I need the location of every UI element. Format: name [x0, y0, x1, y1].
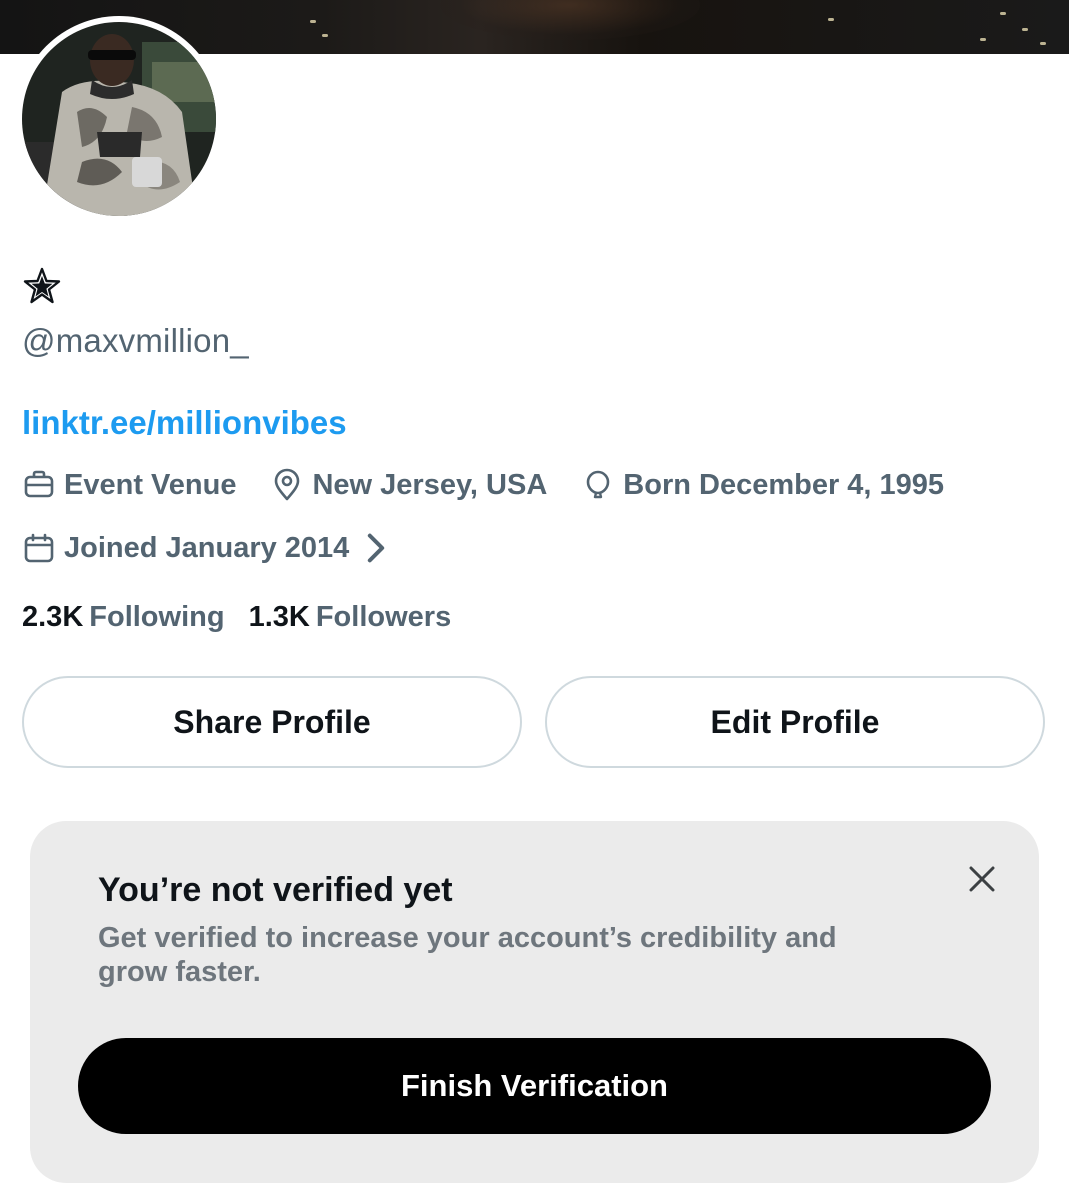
star-icon — [23, 267, 61, 304]
chevron-right-icon — [368, 533, 385, 563]
profile-birthday: Born December 4, 1995 — [581, 468, 944, 502]
share-profile-button[interactable]: Share Profile — [22, 676, 522, 768]
profile-location: New Jersey, USA — [270, 468, 547, 502]
profile-meta-row: Event Venue New Jersey, USA Born Decembe… — [22, 468, 978, 502]
profile-category: Event Venue — [22, 468, 236, 502]
following-link[interactable]: 2.3K Following — [22, 601, 225, 634]
banner-light — [980, 38, 986, 41]
profile-joined[interactable]: Joined January 2014 — [22, 531, 401, 565]
avatar[interactable] — [16, 16, 222, 222]
followers-link[interactable]: 1.3K Followers — [249, 601, 452, 634]
verification-card: You’re not verified yet Get verified to … — [30, 821, 1039, 1183]
location-pin-icon — [275, 468, 300, 501]
banner-glow — [440, 0, 700, 40]
profile-stats: 2.3K Following 1.3K Followers — [22, 601, 475, 634]
banner-light — [322, 34, 328, 37]
briefcase-icon — [24, 470, 54, 498]
followers-label: Followers — [315, 601, 452, 633]
profile-handle: @maxvmillion_ — [22, 322, 249, 359]
verification-title: You’re not verified yet — [98, 871, 453, 909]
banner-light — [310, 20, 316, 23]
profile-location-text: New Jersey, USA — [312, 468, 548, 501]
profile-category-text: Event Venue — [64, 468, 237, 501]
finish-verification-button[interactable]: Finish Verification — [78, 1038, 991, 1134]
banner-light — [828, 18, 834, 21]
profile-page: @maxvmillion_ linktr.ee/millionvibes Eve… — [0, 0, 1069, 1200]
banner-light — [1040, 42, 1046, 45]
profile-birthday-text: Born December 4, 1995 — [623, 468, 945, 501]
following-count: 2.3K — [22, 601, 84, 633]
close-icon[interactable] — [966, 863, 998, 895]
verification-description: Get verified to increase your account’s … — [98, 922, 837, 988]
balloon-icon — [586, 470, 610, 499]
profile-website-link[interactable]: linktr.ee/millionvibes — [22, 404, 347, 442]
banner-light — [1022, 28, 1028, 31]
avatar-photo — [22, 22, 216, 216]
calendar-icon — [24, 533, 54, 563]
banner-light — [1000, 12, 1006, 15]
following-label: Following — [89, 601, 225, 633]
followers-count: 1.3K — [248, 601, 310, 633]
profile-joined-text: Joined January 2014 — [64, 531, 350, 564]
edit-profile-button[interactable]: Edit Profile — [545, 676, 1045, 768]
profile-joined-row[interactable]: Joined January 2014 — [22, 531, 401, 565]
